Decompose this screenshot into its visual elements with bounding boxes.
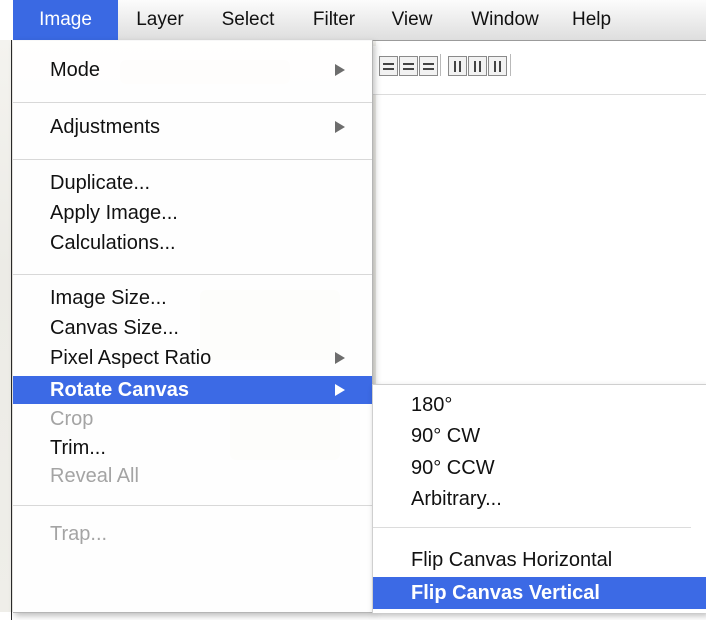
submenu-arrow-icon (335, 352, 345, 364)
menu-item-mode[interactable]: Mode (13, 55, 372, 85)
align-top-icon[interactable] (379, 56, 398, 76)
rotate-canvas-submenu: 180° 90° CW 90° CCW Arbitrary... Flip Ca… (372, 384, 706, 613)
menu-view[interactable]: View (374, 0, 450, 40)
menu-separator (13, 102, 372, 103)
menu-layer[interactable]: Layer (118, 0, 202, 40)
submenu-item-flip-vertical[interactable]: Flip Canvas Vertical (373, 577, 706, 609)
menu-item-duplicate[interactable]: Duplicate... (13, 168, 372, 198)
menu-separator (13, 505, 372, 506)
menu-item-label: Canvas Size... (50, 316, 179, 339)
distribute-left-icon[interactable] (448, 56, 467, 76)
menu-item-label: Pixel Aspect Ratio (50, 346, 212, 369)
menu-item-reveal-all: Reveal All (13, 461, 372, 491)
menu-separator (373, 527, 691, 528)
menu-item-label: Reveal All (50, 464, 139, 487)
submenu-item-180[interactable]: 180° (373, 390, 691, 420)
menu-separator (13, 159, 372, 160)
distribute-hcenter-icon[interactable] (468, 56, 487, 76)
menu-help[interactable]: Help (560, 0, 630, 40)
submenu-arrow-icon (335, 121, 345, 133)
menu-item-canvas-size[interactable]: Canvas Size... (13, 313, 372, 343)
menu-item-label: Calculations... (50, 231, 176, 254)
window-edge (11, 40, 12, 620)
submenu-arrow-icon (335, 64, 345, 76)
menu-item-pixel-aspect-ratio[interactable]: Pixel Aspect Ratio (13, 343, 372, 373)
submenu-item-90-cw[interactable]: 90° CW (373, 421, 691, 451)
menu-item-trap: Trap... (13, 519, 372, 549)
menu-item-label: Trap... (50, 522, 108, 545)
submenu-item-arbitrary[interactable]: Arbitrary... (373, 484, 691, 514)
menu-item-label: Duplicate... (50, 171, 151, 194)
menu-filter[interactable]: Filter (294, 0, 374, 40)
toolbar-divider (440, 54, 441, 76)
menu-image[interactable]: Image (13, 0, 118, 40)
submenu-item-flip-horizontal[interactable]: Flip Canvas Horizontal (373, 545, 691, 575)
menu-item-label: Apply Image... (50, 201, 178, 224)
menu-item-label: Image Size... (50, 286, 167, 309)
menu-bar: Image Layer Select Filter View Window He… (13, 0, 706, 41)
menu-item-apply-image[interactable]: Apply Image... (13, 198, 372, 228)
tool-options-bar (372, 46, 706, 95)
distribute-right-icon[interactable] (488, 56, 507, 76)
menu-separator (13, 274, 372, 275)
submenu-arrow-icon (335, 384, 345, 396)
menu-item-label: Trim... (50, 436, 106, 459)
menu-item-label: Mode (50, 58, 101, 81)
menu-select[interactable]: Select (202, 0, 294, 40)
menu-item-rotate-canvas[interactable]: Rotate Canvas (13, 376, 372, 404)
toolbar-divider (510, 54, 511, 76)
menu-item-label: Rotate Canvas (50, 378, 189, 401)
menu-item-label: Adjustments (50, 115, 161, 138)
image-menu-dropdown: Mode Adjustments Duplicate... Apply Imag… (13, 40, 373, 613)
menu-item-calculations[interactable]: Calculations... (13, 228, 372, 258)
menu-item-image-size[interactable]: Image Size... (13, 283, 372, 313)
menu-item-trim[interactable]: Trim... (13, 433, 372, 463)
align-bottom-icon[interactable] (419, 56, 438, 76)
align-vcenter-icon[interactable] (399, 56, 418, 76)
menu-window[interactable]: Window (450, 0, 560, 40)
menu-item-label: Crop (50, 407, 94, 430)
menu-item-adjustments[interactable]: Adjustments (13, 112, 372, 142)
menu-item-crop: Crop (13, 404, 372, 434)
submenu-item-90-ccw[interactable]: 90° CCW (373, 453, 691, 483)
